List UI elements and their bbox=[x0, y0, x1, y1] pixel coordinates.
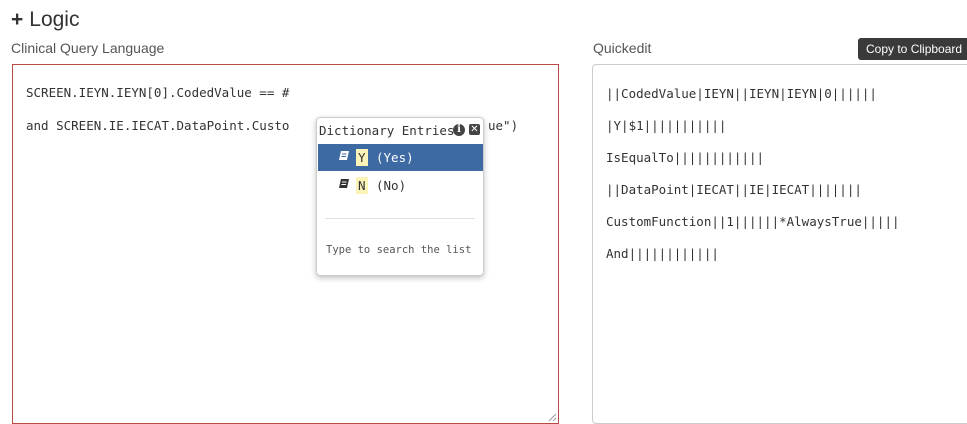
cql-line-2: and SCREEN.IE.IECAT.DataPoint.Custo bbox=[26, 118, 290, 133]
info-icon[interactable]: i bbox=[453, 124, 465, 136]
entry-code: Y bbox=[356, 149, 368, 166]
resize-handle-icon[interactable] bbox=[548, 413, 556, 421]
entry-description: (No) bbox=[376, 178, 407, 193]
entry-code: N bbox=[356, 177, 368, 194]
dictionary-entry-no[interactable]: N (No) bbox=[318, 172, 483, 199]
logic-section-title[interactable]: + Logic bbox=[11, 8, 79, 32]
dictionary-entries-popup: Dictionary Entries i ✕ Y (Yes) N (No) Ty… bbox=[316, 117, 484, 276]
divider bbox=[325, 218, 475, 219]
dictionary-title: Dictionary Entries bbox=[319, 123, 455, 138]
search-hint: Type to search the list bbox=[326, 244, 472, 256]
quickedit-line: ||CodedValue|IEYN||IEYN|IEYN|0|||||| bbox=[606, 86, 877, 101]
cql-line-2-tail: ue") bbox=[488, 118, 519, 133]
quickedit-line: CustomFunction||1||||||*AlwaysTrue||||| bbox=[606, 214, 900, 229]
quickedit-panel[interactable]: ||CodedValue|IEYN||IEYN|IEYN|0|||||| |Y|… bbox=[592, 64, 967, 424]
cql-line-1: SCREEN.IEYN.IEYN[0].CodedValue == # bbox=[26, 85, 290, 100]
close-icon[interactable]: ✕ bbox=[469, 124, 480, 135]
quickedit-label: Quickedit bbox=[593, 40, 652, 56]
entry-description: (Yes) bbox=[376, 150, 414, 165]
book-icon bbox=[339, 179, 349, 188]
quickedit-line: IsEqualTo|||||||||||| bbox=[606, 150, 765, 165]
book-icon bbox=[339, 151, 349, 160]
copy-to-clipboard-button[interactable]: Copy to Clipboard bbox=[858, 38, 967, 60]
dictionary-entry-yes[interactable]: Y (Yes) bbox=[318, 144, 483, 171]
quickedit-line: |Y|$1||||||||||| bbox=[606, 118, 727, 133]
section-title-text: Logic bbox=[29, 8, 80, 31]
expand-plus-icon[interactable]: + bbox=[11, 8, 23, 31]
quickedit-line: ||DataPoint|IECAT||IE|IECAT||||||| bbox=[606, 182, 862, 197]
quickedit-line: And|||||||||||| bbox=[606, 246, 719, 261]
cql-label: Clinical Query Language bbox=[11, 40, 165, 56]
